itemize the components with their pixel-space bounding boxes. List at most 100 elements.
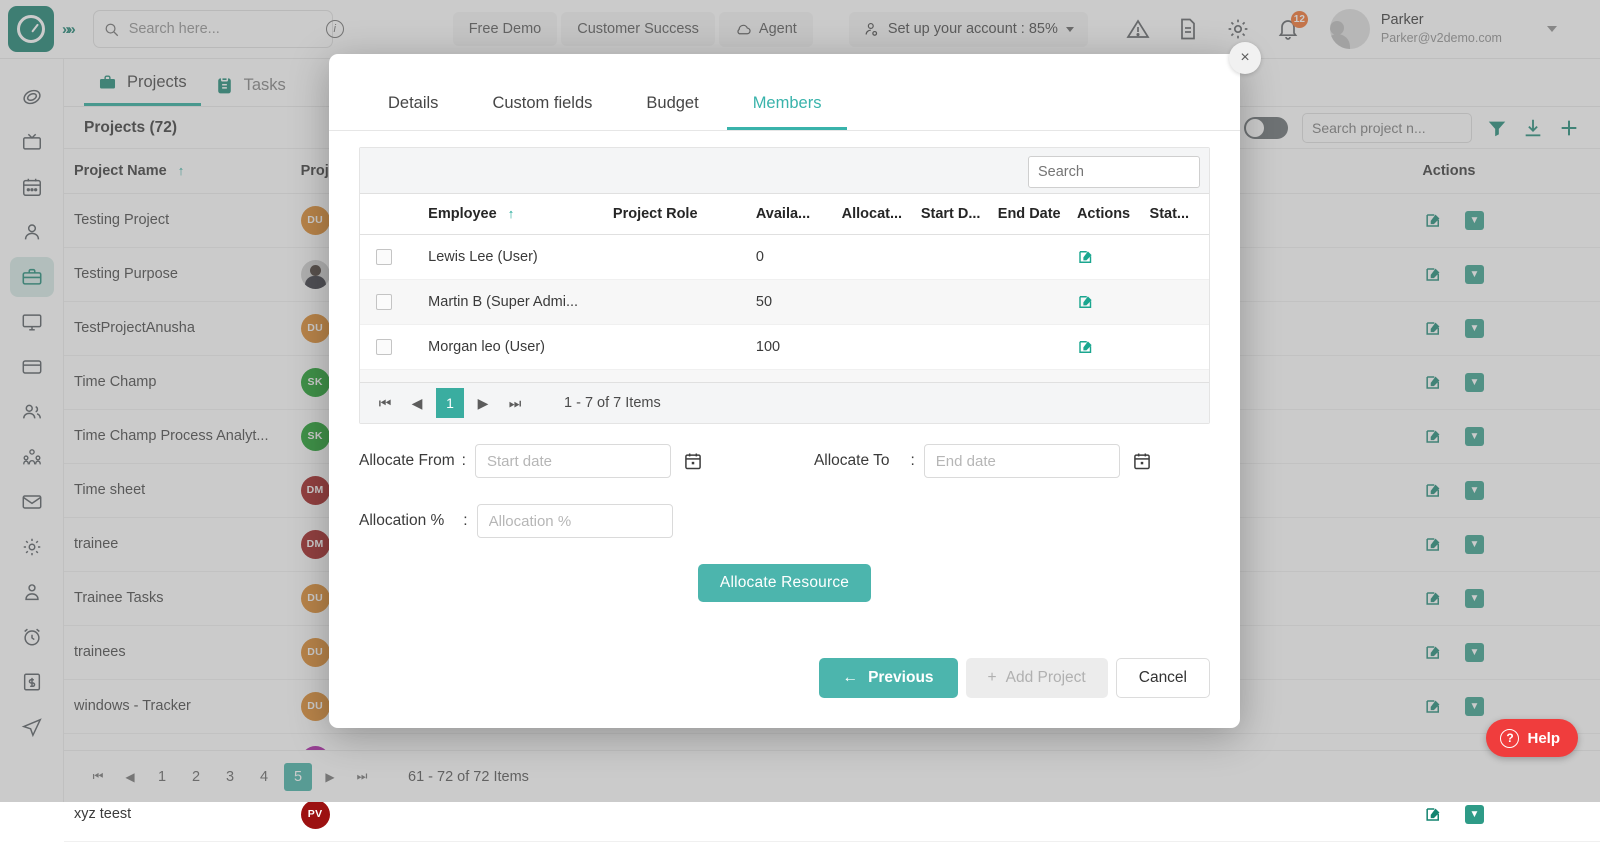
row-checkbox[interactable] xyxy=(376,294,392,310)
edit-icon[interactable] xyxy=(1424,427,1443,446)
search-input[interactable] xyxy=(129,21,316,37)
pagination-page-3[interactable]: 3 xyxy=(216,763,244,791)
calendar-icon[interactable] xyxy=(1132,451,1152,471)
pagination-prev[interactable]: ◀ xyxy=(116,763,144,791)
close-icon[interactable]: × xyxy=(1229,42,1261,74)
archive-icon[interactable]: ▼ xyxy=(1465,211,1484,230)
archive-icon[interactable]: ▼ xyxy=(1465,697,1484,716)
sidebar-item-send[interactable] xyxy=(10,707,54,747)
sidebar-item-calendar[interactable] xyxy=(10,167,54,207)
sidebar-item-admin[interactable] xyxy=(10,572,54,612)
archive-icon[interactable]: ▼ xyxy=(1465,427,1484,446)
sidebar-item-projects[interactable] xyxy=(10,257,54,297)
column-header-available[interactable]: Availa... xyxy=(756,194,842,235)
members-pagination-next[interactable]: ▶ xyxy=(470,390,496,416)
column-header-status[interactable]: Stat... xyxy=(1150,194,1209,235)
allocate-from-input[interactable] xyxy=(475,444,671,478)
sidebar-item-invoice[interactable] xyxy=(10,662,54,702)
pagination-last[interactable]: ⏭ xyxy=(348,763,376,791)
archive-icon[interactable]: ▼ xyxy=(1465,319,1484,338)
document-icon[interactable] xyxy=(1176,17,1200,41)
pagination-page-1[interactable]: 1 xyxy=(148,763,176,791)
pagination-page-5[interactable]: 5 xyxy=(284,763,312,791)
edit-icon[interactable] xyxy=(1424,589,1443,608)
tab-members[interactable]: Members xyxy=(727,84,848,130)
column-header-allocated[interactable]: Allocat... xyxy=(842,194,921,235)
edit-icon[interactable] xyxy=(1424,805,1443,824)
column-header-start-date[interactable]: Start D... xyxy=(921,194,998,235)
help-button[interactable]: ? Help xyxy=(1486,719,1578,757)
expand-sidebar-icon[interactable]: »» xyxy=(62,21,73,38)
archive-icon[interactable]: ▼ xyxy=(1465,481,1484,500)
sidebar-item-activity[interactable] xyxy=(10,122,54,162)
previous-button[interactable]: ← Previous xyxy=(819,658,958,698)
sidebar-item-org-chart[interactable] xyxy=(10,437,54,477)
allocate-to-input[interactable] xyxy=(924,444,1120,478)
tab-budget[interactable]: Budget xyxy=(620,84,724,130)
members-pagination-last[interactable]: ⏭ xyxy=(502,390,528,416)
global-search[interactable]: i xyxy=(93,10,333,48)
info-icon[interactable]: i xyxy=(326,20,344,38)
members-search-input[interactable] xyxy=(1028,156,1200,188)
table-row[interactable]: Lewis Lee (User)0 xyxy=(360,235,1209,280)
tab-tasks[interactable]: Tasks xyxy=(201,76,300,106)
gear-icon[interactable] xyxy=(1226,17,1250,41)
edit-icon[interactable] xyxy=(1424,535,1443,554)
alert-icon[interactable] xyxy=(1126,17,1150,41)
filter-icon[interactable] xyxy=(1486,117,1508,139)
project-search-input[interactable] xyxy=(1302,113,1472,143)
table-row[interactable]: Morgan leo (User)100 xyxy=(360,325,1209,370)
tab-custom-fields[interactable]: Custom fields xyxy=(466,84,618,130)
archive-icon[interactable]: ▼ xyxy=(1465,643,1484,662)
column-header-end-date[interactable]: End Date xyxy=(998,194,1077,235)
members-pagination-prev[interactable]: ◀ xyxy=(404,390,430,416)
tab-details[interactable]: Details xyxy=(362,84,464,130)
sidebar-item-settings[interactable] xyxy=(10,527,54,567)
sidebar-item-time[interactable] xyxy=(10,617,54,657)
archive-icon[interactable]: ▼ xyxy=(1465,265,1484,284)
sidebar-item-screens[interactable] xyxy=(10,302,54,342)
app-logo[interactable] xyxy=(8,6,54,52)
pagination-next[interactable]: ▶ xyxy=(316,763,344,791)
members-pagination-first[interactable]: ⏮ xyxy=(372,390,398,416)
archive-icon[interactable]: ▼ xyxy=(1465,589,1484,608)
sidebar-item-mail[interactable] xyxy=(10,482,54,522)
archive-icon[interactable]: ▼ xyxy=(1465,535,1484,554)
sidebar-item-teams[interactable] xyxy=(10,392,54,432)
pagination-first[interactable]: ⏮ xyxy=(84,763,112,791)
sidebar-item-dashboard[interactable] xyxy=(10,77,54,117)
edit-icon[interactable] xyxy=(1424,265,1443,284)
column-header-project-role[interactable]: Project Role xyxy=(613,194,756,235)
members-pagination-page-1[interactable]: 1 xyxy=(436,388,464,418)
edit-icon[interactable] xyxy=(1424,211,1443,230)
archive-toggle[interactable] xyxy=(1244,117,1288,139)
column-header-employee[interactable]: Employee ↑ xyxy=(428,194,613,235)
nav-pill-agent[interactable]: Agent xyxy=(719,12,813,47)
sidebar-item-payroll[interactable] xyxy=(10,347,54,387)
table-row[interactable]: Martin B (Super Admi...50 xyxy=(360,280,1209,325)
edit-icon[interactable] xyxy=(1077,293,1095,311)
edit-icon[interactable] xyxy=(1424,697,1443,716)
account-setup-progress[interactable]: Set up your account : 85% xyxy=(849,12,1088,47)
user-menu[interactable]: Parker Parker@v2demo.com xyxy=(1330,9,1557,49)
add-project-button[interactable]: + Add Project xyxy=(966,658,1108,698)
row-checkbox[interactable] xyxy=(376,249,392,265)
edit-icon[interactable] xyxy=(1424,643,1443,662)
column-header-project-name[interactable]: Project Name ↑ xyxy=(64,149,291,193)
edit-icon[interactable] xyxy=(1424,373,1443,392)
plus-icon[interactable] xyxy=(1558,117,1580,139)
allocate-resource-button[interactable]: Allocate Resource xyxy=(698,564,871,602)
table-row[interactable]: Parker Renaldo (Supe50 xyxy=(360,370,1209,383)
calendar-icon[interactable] xyxy=(683,451,703,471)
nav-pill-free-demo[interactable]: Free Demo xyxy=(453,12,558,46)
edit-icon[interactable] xyxy=(1077,248,1095,266)
row-checkbox[interactable] xyxy=(376,339,392,355)
edit-icon[interactable] xyxy=(1424,319,1443,338)
nav-pill-customer-success[interactable]: Customer Success xyxy=(561,12,715,46)
edit-icon[interactable] xyxy=(1424,481,1443,500)
sidebar-item-person[interactable] xyxy=(10,212,54,252)
pagination-page-2[interactable]: 2 xyxy=(182,763,210,791)
user-menu-chevron-down-icon[interactable] xyxy=(1547,26,1557,32)
archive-icon[interactable]: ▼ xyxy=(1465,373,1484,392)
download-icon[interactable] xyxy=(1522,117,1544,139)
